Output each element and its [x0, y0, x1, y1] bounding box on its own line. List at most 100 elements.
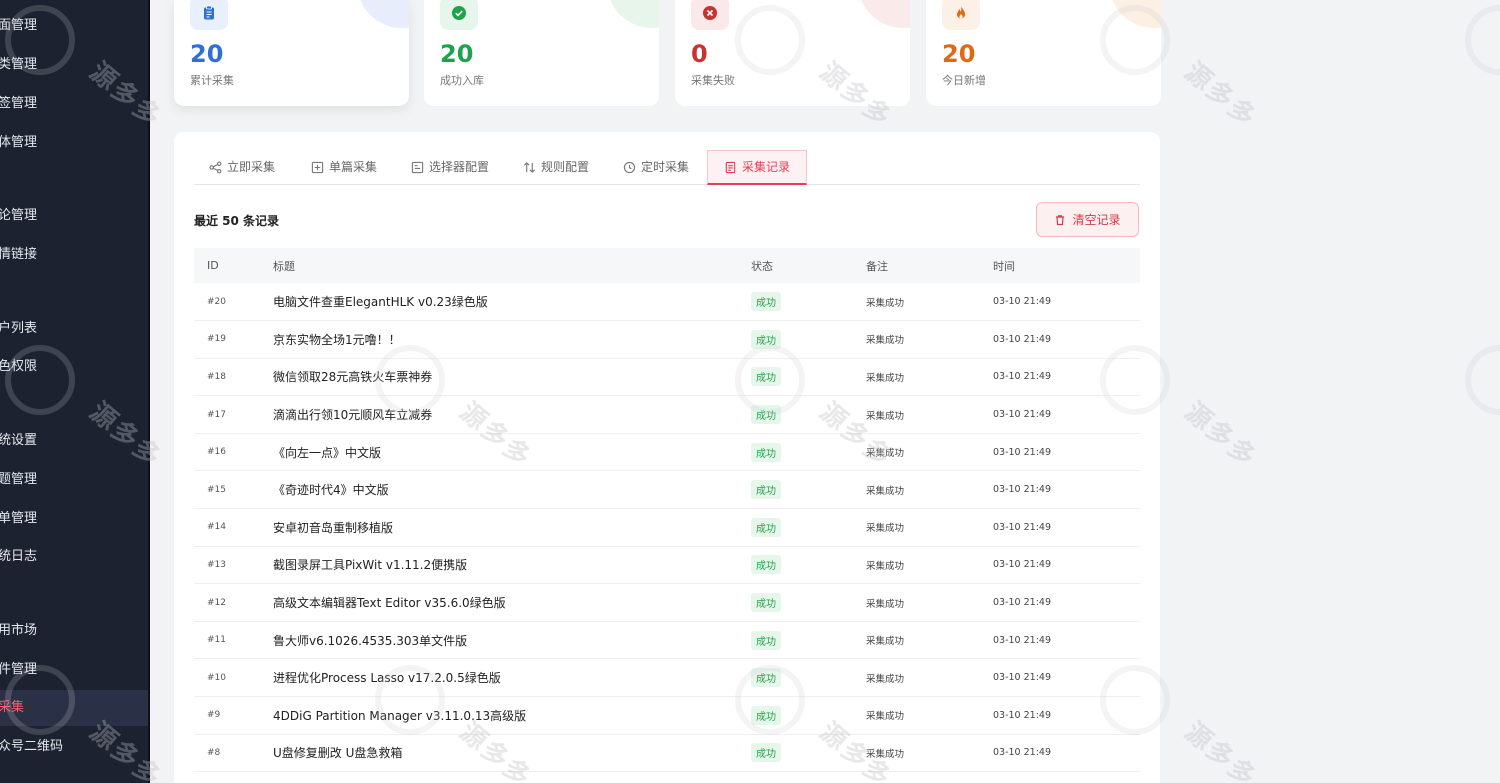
- clear-records-button[interactable]: 清空记录: [1036, 202, 1139, 237]
- tab-label: 选择器配置: [429, 160, 490, 174]
- record-note: 采集成功: [866, 297, 905, 309]
- sidebar-item[interactable]: 用市场: [0, 613, 148, 649]
- clipboard-icon: [190, 0, 228, 30]
- stat-label: 今日新增: [942, 74, 986, 87]
- stat-value: 20: [440, 40, 474, 68]
- record-note: 采集成功: [866, 636, 905, 648]
- sidebar-item[interactable]: 题管理: [0, 462, 148, 498]
- table-row[interactable]: #17 滴滴出行领10元顺风车立减券 成功 采集成功 03-10 21:49: [194, 396, 1140, 434]
- watermark-logo: [735, 345, 805, 415]
- tab-label: 采集记录: [742, 159, 791, 174]
- tab-3[interactable]: 选择器配置: [411, 150, 489, 185]
- stat-value: 20: [942, 40, 976, 68]
- sidebar-item-label: 题管理: [0, 472, 38, 487]
- table-row[interactable]: #9 4DDiG Partition Manager v3.11.0.13高级版成…: [194, 697, 1140, 735]
- table-header-row: ID 标题 状态 备注 时间: [194, 248, 1140, 283]
- sidebar-item-label: 统设置: [0, 433, 38, 448]
- stat-label: 成功入库: [440, 74, 484, 87]
- records-table: ID 标题 状态 备注 时间 #20 电脑文件查重ElegantHLK v0.23…: [194, 248, 1140, 772]
- record-id: #16: [207, 447, 226, 458]
- record-time: 03-10 21:49: [993, 597, 1052, 609]
- tab-5[interactable]: 定时采集: [623, 150, 689, 185]
- tab-4[interactable]: 规则配置: [523, 150, 589, 185]
- record-status-cell: 成功: [751, 584, 866, 622]
- record-id: #18: [207, 371, 226, 382]
- status-badge: 成功: [751, 743, 781, 763]
- tab-bar: 立即采集 单篇采集 选择器配置 规则配置 定时采集 采集记录: [194, 150, 1140, 185]
- table-row[interactable]: #13 截图录屏工具PixWit v1.11.2便携版 成功 采集成功 03-10 21…: [194, 546, 1140, 584]
- record-title: 截图录屏工具PixWit v1.11.2便携版: [273, 558, 468, 573]
- sort-icon: [523, 161, 536, 174]
- column-header-title: 标题: [273, 259, 295, 273]
- column-header-id: ID: [207, 259, 219, 272]
- table-row[interactable]: #10 进程优化Process Lasso v17.2.0.5绿色版 成功 采集成功 0…: [194, 659, 1140, 697]
- table-row[interactable]: #8 U盘修复删改 U盘急救箱 成功 采集成功 03-10 21:49: [194, 734, 1140, 772]
- tab-1[interactable]: 立即采集: [209, 150, 275, 185]
- table-row[interactable]: #19 京东实物全场1元噜！！ 成功 采集成功 03-10 21:49: [194, 321, 1140, 359]
- status-badge: 成功: [751, 480, 781, 500]
- record-id: #20: [207, 296, 226, 307]
- watermark-logo: [1100, 665, 1170, 735]
- sidebar-item-label: 众号二维码: [0, 739, 64, 754]
- table-row[interactable]: #14 安卓初音岛重制移植版 成功 采集成功 03-10 21:49: [194, 509, 1140, 547]
- sidebar-item[interactable]: 论管理: [0, 198, 148, 234]
- sidebar-item[interactable]: 户列表: [0, 311, 148, 347]
- tab-label: 立即采集: [227, 160, 276, 174]
- section-title: 最近 50 条记录: [194, 214, 280, 228]
- table-row[interactable]: #15 《奇迹时代4》中文版 成功 采集成功 03-10 21:49: [194, 471, 1140, 509]
- sidebar-item-label: 情链接: [0, 247, 38, 262]
- record-status-cell: 成功: [751, 621, 866, 659]
- record-note: 采集成功: [866, 372, 905, 384]
- sidebar-item-label: 体管理: [0, 135, 38, 150]
- record-time: 03-10 21:49: [993, 521, 1052, 533]
- watermark-logo: [1100, 345, 1170, 415]
- tab-6[interactable]: 采集记录: [707, 150, 808, 185]
- card-decoration: [357, 0, 409, 28]
- stat-label: 累计采集: [190, 74, 234, 87]
- table-row[interactable]: #12 高级文本编辑器Text Editor v35.6.0绿色版 成功 采集成功 03…: [194, 584, 1140, 622]
- stat-card: 20 成功入库: [424, 0, 659, 106]
- watermark-logo: [1465, 345, 1500, 415]
- tab-label: 单篇采集: [329, 160, 378, 174]
- sidebar-item[interactable]: 单管理: [0, 501, 148, 537]
- table-row[interactable]: #11 鲁大师v6.1026.4535.303单文件版 成功 采集成功 03-10 21…: [194, 621, 1140, 659]
- card-decoration: [607, 0, 659, 28]
- status-badge: 成功: [751, 555, 781, 575]
- sidebar-item[interactable]: 情链接: [0, 237, 148, 273]
- record-note: 采集成功: [866, 335, 905, 347]
- sidebar-item[interactable]: 统日志: [0, 539, 148, 575]
- watermark-logo: [375, 345, 445, 415]
- record-title: 高级文本编辑器Text Editor v35.6.0绿色版: [273, 596, 506, 611]
- table-row[interactable]: #16 《向左一点》中文版 成功 采集成功 03-10 21:49: [194, 433, 1140, 471]
- record-time: 03-10 21:49: [993, 296, 1052, 308]
- record-note: 采集成功: [866, 560, 905, 572]
- status-badge: 成功: [751, 292, 781, 312]
- record-time: 03-10 21:49: [993, 747, 1052, 759]
- clear-records-label: 清空记录: [1072, 213, 1121, 227]
- document-icon: [724, 161, 737, 174]
- record-note: 采集成功: [866, 410, 905, 422]
- stat-card: 20 累计采集: [174, 0, 409, 106]
- watermark-text: 源多多: [1178, 716, 1263, 783]
- record-title: 安卓初音岛重制移植版: [273, 520, 394, 535]
- record-time: 03-10 21:49: [993, 559, 1052, 571]
- record-id: #14: [207, 522, 226, 533]
- record-status-cell: 成功: [751, 546, 866, 584]
- record-title: 微信领取28元高铁火车票神券: [273, 370, 433, 385]
- watermark-logo: [5, 5, 75, 75]
- watermark-text: 源多多: [1178, 396, 1263, 474]
- record-id: #10: [207, 672, 226, 683]
- record-id: #15: [207, 484, 226, 495]
- record-id: #11: [207, 635, 226, 646]
- record-note: 采集成功: [866, 485, 905, 497]
- watermark-logo: [1100, 5, 1170, 75]
- collection-records-panel: 立即采集 单篇采集 选择器配置 规则配置 定时采集 采集记录 最近 50 条记录 清空记录…: [174, 132, 1160, 783]
- sidebar-item-label: 论管理: [0, 208, 38, 223]
- sidebar-item[interactable]: 体管理: [0, 125, 148, 161]
- record-status-cell: 成功: [751, 509, 866, 547]
- column-header-time: 时间: [993, 259, 1015, 273]
- sidebar-item-label: 户列表: [0, 321, 38, 336]
- tab-2[interactable]: 单篇采集: [311, 150, 377, 185]
- table-row[interactable]: #20 电脑文件查重ElegantHLK v0.23绿色版 成功 采集成功 03-10 …: [194, 283, 1140, 321]
- table-row[interactable]: #18 微信领取28元高铁火车票神券 成功 采集成功 03-10 21:49: [194, 358, 1140, 396]
